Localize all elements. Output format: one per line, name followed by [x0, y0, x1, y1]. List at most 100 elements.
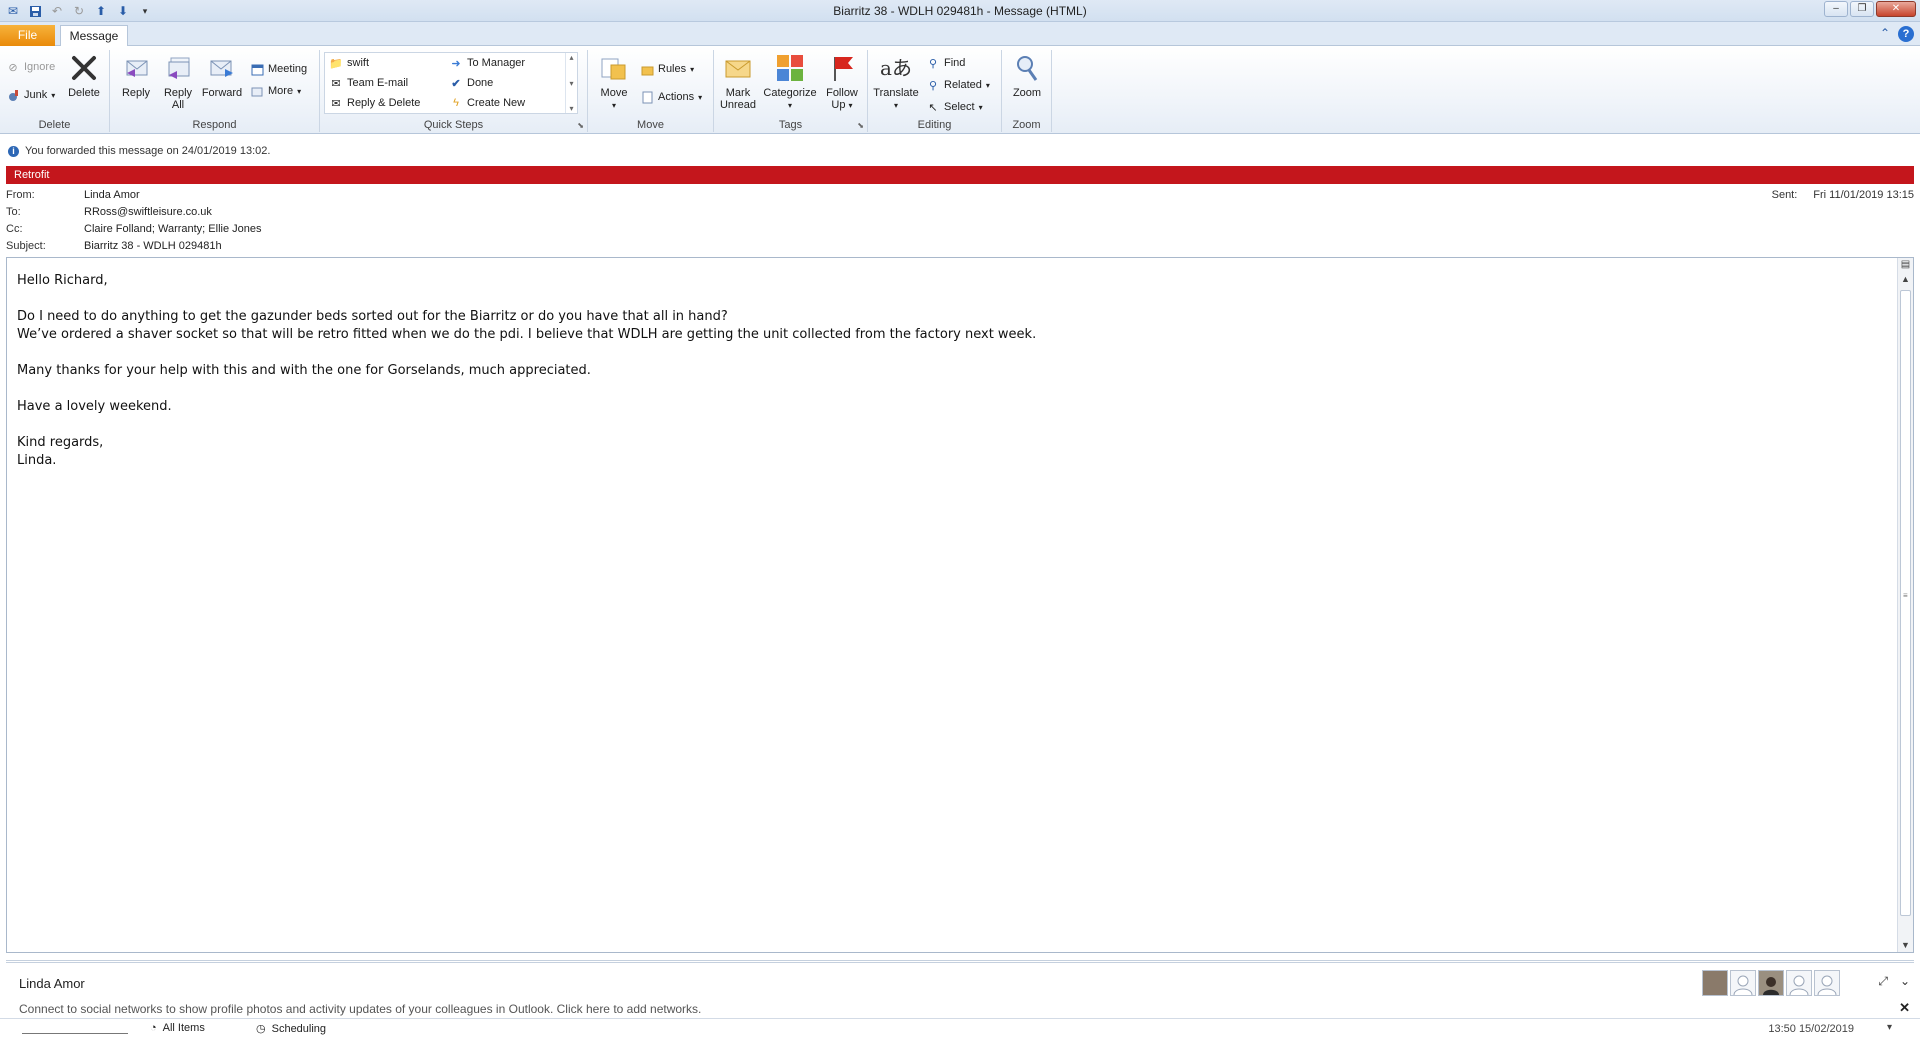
- ribbon-right-controls: ⌃ ?: [1880, 26, 1914, 42]
- window-controls: – ❐ ✕: [1824, 1, 1916, 17]
- translate-button[interactable]: aあ Translate ▾: [872, 52, 920, 112]
- to-value[interactable]: RRoss@swiftleisure.co.uk: [84, 206, 212, 222]
- related-button[interactable]: ⚲ Related ▾: [926, 76, 990, 94]
- expand-icon[interactable]: ⤢: [1878, 974, 1888, 989]
- cursor-icon: ↖: [928, 101, 938, 114]
- body-line: We’ve ordered a shaver socket so that wi…: [17, 327, 1037, 342]
- related-icon: ⚲: [928, 79, 938, 92]
- scroll-thumb[interactable]: ≡: [1900, 290, 1911, 916]
- lightning-icon: ϟ: [453, 97, 459, 109]
- connect-networks-link[interactable]: Connect to social networks to show profi…: [19, 1002, 701, 1016]
- categorize-button[interactable]: Categorize ▾: [762, 52, 818, 112]
- reply-all-icon: [162, 52, 194, 84]
- vertical-scrollbar[interactable]: ▤ ▲ ≡ ▼: [1897, 258, 1913, 952]
- status-bar: ◔ All Items ◷ Scheduling 13:50 15/02/201…: [0, 1018, 1920, 1040]
- info-icon: i: [8, 145, 19, 157]
- from-row: From: Linda Amor: [6, 189, 140, 205]
- dropdown-arrow-icon: ▾: [690, 64, 695, 74]
- dropdown-arrow-icon: ▾: [51, 90, 56, 100]
- more-icon: [250, 84, 264, 98]
- status-time: 13:50 15/02/2019: [1768, 1023, 1854, 1035]
- meeting-button[interactable]: Meeting: [250, 60, 307, 78]
- dropdown-arrow-icon: ▾: [787, 101, 792, 110]
- people-pane-name[interactable]: Linda Amor: [19, 976, 85, 991]
- quick-step-team-email[interactable]: ✉ Team E-mail: [329, 74, 408, 92]
- tab-file[interactable]: File: [0, 25, 55, 46]
- scroll-up-arrow[interactable]: ▲: [1898, 272, 1913, 286]
- tags-group: Mark Unread Categorize ▾ Follow Up ▾ Tag…: [714, 50, 868, 132]
- dropdown-arrow-icon: ▾: [978, 102, 983, 112]
- from-value[interactable]: Linda Amor: [84, 189, 140, 205]
- move-button[interactable]: Move ▾: [592, 52, 636, 112]
- respond-group: Reply Reply All Forward Meeting More ▾ R…: [110, 50, 320, 132]
- help-icon[interactable]: ?: [1898, 26, 1914, 42]
- quick-steps-group: 📁 swift ✉ Team E-mail ✉ Reply & Delete ➜…: [320, 50, 588, 132]
- quick-step-done[interactable]: ✔ Done: [449, 74, 493, 92]
- expand-gallery-icon[interactable]: ▾: [569, 104, 573, 113]
- reply-icon: [120, 52, 152, 84]
- category-bar[interactable]: Retrofit: [6, 166, 1914, 184]
- all-items-tab[interactable]: ◔ All Items: [150, 1022, 205, 1034]
- minimize-ribbon-icon[interactable]: ⌃: [1880, 26, 1890, 42]
- signoff: Kind regards,: [17, 435, 104, 450]
- ribbon: ⊘ Ignore Junk ▾ Delete Delete Reply Repl…: [0, 46, 1920, 134]
- close-button[interactable]: ✕: [1876, 1, 1916, 17]
- zoom-button[interactable]: Zoom: [1005, 52, 1049, 99]
- greeting: Hello Richard,: [17, 273, 108, 288]
- move-folder-icon: [598, 52, 630, 84]
- avatar[interactable]: [1702, 970, 1728, 996]
- subject-value: Biarritz 38 - WDLH 029481h: [84, 240, 222, 252]
- body-line: Do I need to do anything to get the gazu…: [17, 309, 728, 324]
- mark-unread-button[interactable]: Mark Unread: [716, 52, 760, 111]
- subject-row: Subject: Biarritz 38 - WDLH 029481h: [6, 240, 222, 256]
- reply-button[interactable]: Reply: [114, 52, 158, 99]
- find-button[interactable]: ⚲ Find: [926, 54, 965, 72]
- scroll-down-arrow[interactable]: ▼: [1898, 938, 1913, 952]
- categorize-icon: [774, 52, 806, 84]
- scroll-down-icon[interactable]: ▾: [569, 79, 573, 88]
- avatar[interactable]: [1758, 970, 1784, 996]
- quick-step-swift[interactable]: 📁 swift: [329, 54, 369, 72]
- junk-button[interactable]: Junk ▾: [6, 86, 55, 104]
- forward-button[interactable]: Forward: [200, 52, 244, 99]
- forward-icon: [206, 52, 238, 84]
- delete-group: ⊘ Ignore Junk ▾ Delete Delete: [0, 50, 110, 132]
- view-ruler-icon[interactable]: ▤: [1898, 258, 1913, 272]
- minimize-button[interactable]: –: [1824, 1, 1848, 17]
- avatar[interactable]: [1730, 970, 1756, 996]
- quick-step-to-manager[interactable]: ➜ To Manager: [449, 54, 525, 72]
- avatar[interactable]: [1786, 970, 1812, 996]
- sent-value: Fri 11/01/2019 13:15: [1813, 189, 1914, 201]
- avatar[interactable]: [1814, 970, 1840, 996]
- scheduling-tab[interactable]: ◷ Scheduling: [256, 1022, 326, 1036]
- mark-unread-icon: [722, 52, 754, 84]
- dialog-launcher-icon[interactable]: ⬊: [577, 121, 584, 130]
- delete-button[interactable]: Delete: [62, 52, 106, 99]
- more-respond-button[interactable]: More ▾: [250, 82, 301, 100]
- tab-message[interactable]: Message: [60, 25, 128, 47]
- rules-button[interactable]: Rules ▾: [640, 60, 694, 78]
- quick-step-create-new[interactable]: ϟ Create New: [449, 94, 525, 112]
- people-pane: Linda Amor Connect to social networks to…: [0, 966, 1920, 1018]
- maximize-button[interactable]: ❐: [1850, 1, 1874, 17]
- actions-button[interactable]: Actions ▾: [640, 88, 702, 106]
- people-pane-splitter[interactable]: [6, 960, 1914, 963]
- ignore-button[interactable]: ⊘ Ignore: [6, 58, 55, 76]
- dialog-launcher-icon[interactable]: ⬊: [857, 121, 864, 130]
- quick-steps-scroll[interactable]: ▴ ▾ ▾: [565, 53, 577, 113]
- scroll-grip-icon: ≡: [1903, 591, 1908, 600]
- close-icon[interactable]: ✕: [1899, 1000, 1910, 1016]
- quick-step-reply-delete[interactable]: ✉ Reply & Delete: [329, 94, 420, 112]
- translate-icon: aあ: [880, 56, 912, 80]
- message-body[interactable]: Hello Richard, Do I need to do anything …: [6, 257, 1914, 953]
- chevron-down-icon[interactable]: ▾: [1887, 1022, 1892, 1033]
- reply-all-button[interactable]: Reply All: [156, 52, 200, 111]
- zoom-group: Zoom Zoom: [1002, 50, 1052, 132]
- cc-value[interactable]: Claire Folland; Warranty; Ellie Jones: [84, 223, 262, 239]
- chevron-down-icon[interactable]: ⌄: [1900, 974, 1910, 989]
- forward-info-bar[interactable]: i You forwarded this message on 24/01/20…: [0, 142, 1920, 160]
- dropdown-arrow-icon: ▾: [893, 101, 898, 110]
- select-button[interactable]: ↖ Select ▾: [926, 98, 983, 116]
- scroll-up-icon[interactable]: ▴: [569, 53, 573, 62]
- follow-up-button[interactable]: Follow Up ▾: [820, 52, 864, 112]
